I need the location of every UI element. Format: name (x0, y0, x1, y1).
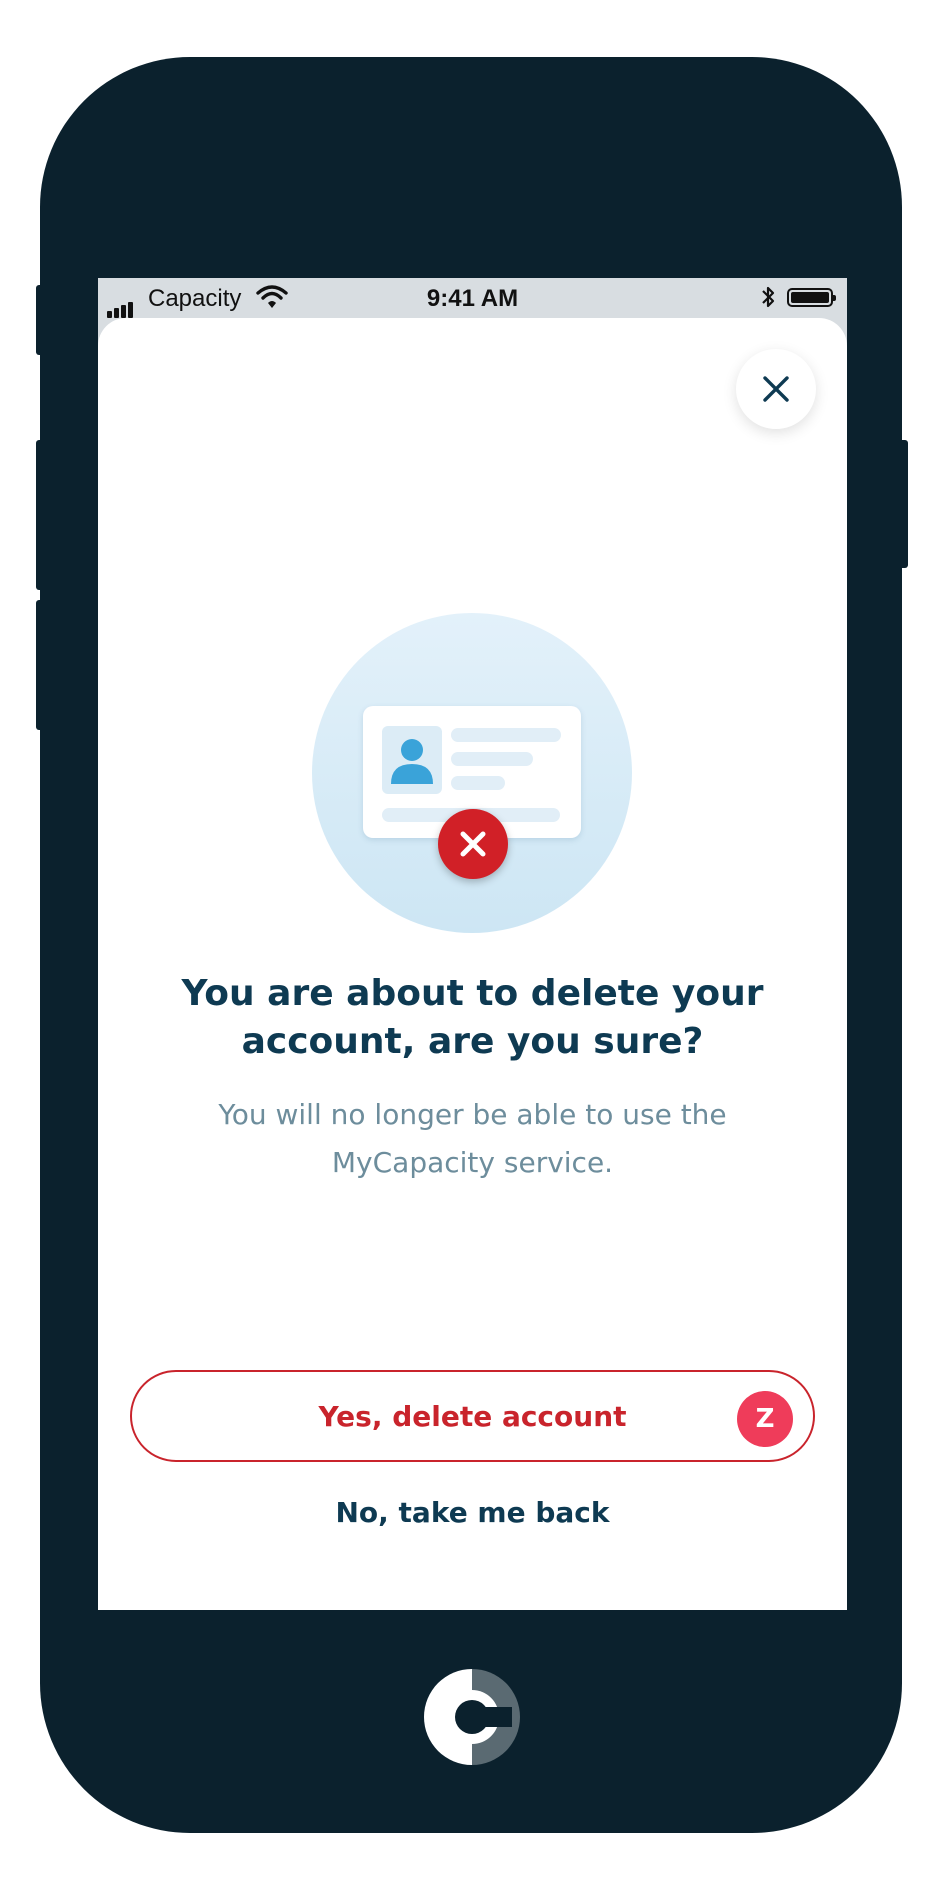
close-button[interactable] (736, 349, 816, 429)
shortcut-badge: Z (737, 1391, 793, 1447)
delete-account-label: Yes, delete account (318, 1399, 627, 1433)
dialog-subtitle: You will no longer be able to use the My… (218, 1098, 727, 1179)
bluetooth-icon (760, 284, 776, 317)
card-line (451, 776, 505, 790)
id-card-delete-icon (312, 613, 632, 933)
person-icon (382, 726, 442, 794)
take-me-back-link[interactable]: No, take me back (98, 1496, 847, 1529)
phone-screen: Capacity 9:41 AM You are about to delete… (98, 278, 847, 1610)
delete-account-dialog: You are about to delete your account, ar… (98, 318, 847, 1610)
status-time: 9:41 AM (426, 285, 519, 312)
card-line (451, 728, 561, 742)
status-bar: Capacity 9:41 AM (98, 278, 847, 318)
dialog-title: You are about to delete your account, ar… (181, 973, 764, 1062)
delete-x-icon (438, 809, 508, 879)
battery-icon (787, 288, 836, 307)
delete-account-button[interactable]: Yes, delete account Z (130, 1370, 815, 1462)
close-icon (763, 376, 789, 402)
card-line (451, 752, 533, 766)
capacity-logo-icon (422, 1667, 522, 1767)
